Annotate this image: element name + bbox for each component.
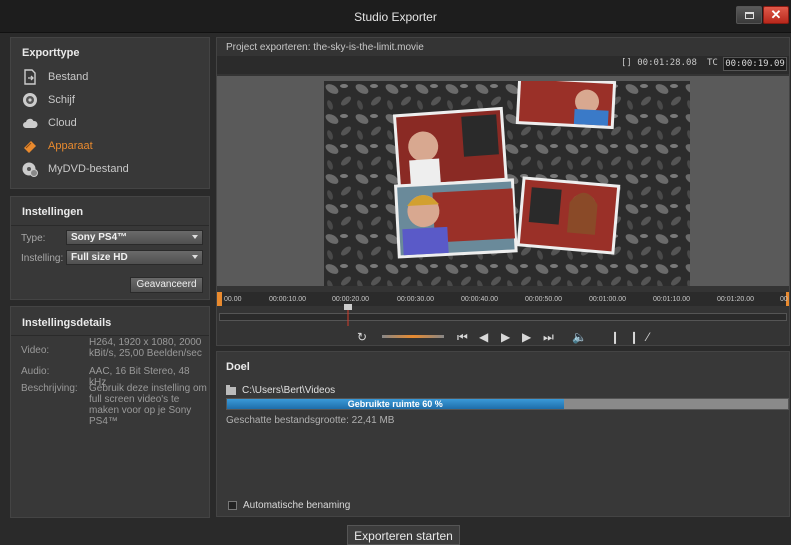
- destination-panel: Doel C:\Users\Bert\Videos Gebruikte ruim…: [216, 351, 790, 517]
- maximize-icon: [745, 12, 754, 19]
- description-value: Gebruik deze instelling om full screen v…: [89, 383, 207, 427]
- description-label: Beschrijving:: [21, 383, 78, 394]
- window-title: Studio Exporter: [354, 10, 437, 24]
- ruler-tick-label: 00:01:00.00: [589, 296, 626, 303]
- transport-controls: ↻ ⏮ ◀ ▶ ▶ ⏭ 🔈 ❙ ❙ ⁄: [217, 327, 789, 347]
- preview-panel: Project exporteren: the-sky-is-the-limit…: [216, 37, 790, 346]
- type-value: Sony PS4™: [71, 232, 128, 243]
- estimated-size: Geschatte bestandsgrootte: 22,41 MB: [226, 415, 395, 426]
- exporttype-item-apparaat[interactable]: Apparaat: [22, 137, 93, 155]
- timeline-start-marker: [217, 292, 222, 306]
- destination-path[interactable]: C:\Users\Bert\Videos: [226, 384, 336, 396]
- ruler-tick-label: 00:00:10.00: [269, 296, 306, 303]
- mark-out-icon[interactable]: ❙: [629, 330, 639, 344]
- timecode-bar: [217, 56, 789, 74]
- disk-usage-bar: Gebruikte ruimte 60 %: [226, 398, 789, 410]
- maximize-button[interactable]: [736, 6, 762, 24]
- exporttype-label: Bestand: [48, 71, 89, 83]
- video-area: [217, 76, 789, 286]
- destination-path-text: C:\Users\Bert\Videos: [242, 385, 336, 396]
- go-to-end-icon[interactable]: ⏭: [543, 330, 554, 345]
- video-preview: [324, 81, 690, 286]
- file-export-icon: [22, 69, 38, 85]
- folder-icon: [226, 384, 236, 395]
- disc-icon: [22, 92, 38, 108]
- ruler-tick-label: 00:01:10.00: [653, 296, 690, 303]
- start-export-button[interactable]: Exporteren starten: [347, 525, 460, 545]
- scrub-bar[interactable]: [219, 313, 787, 321]
- ruler-tick-label: 00:00:50.00: [525, 296, 562, 303]
- disk-usage-fill: Gebruikte ruimte 60 %: [227, 399, 564, 409]
- timecode-field[interactable]: 00:00:19.09: [723, 57, 787, 71]
- video-frame-image: [324, 81, 690, 286]
- auto-naming-label: Automatische benaming: [243, 500, 351, 511]
- go-to-start-icon[interactable]: ⏮: [457, 330, 468, 345]
- cloud-icon: [22, 115, 38, 131]
- setting-label: Instelling:: [21, 253, 64, 264]
- ruler-tick-label: 00:00:40.00: [461, 296, 498, 303]
- close-button[interactable]: ✕: [763, 6, 789, 24]
- exporttype-title: Exporttype: [22, 47, 80, 59]
- settings-title: Instellingen: [22, 206, 84, 218]
- mark-in-icon[interactable]: ❙: [610, 330, 620, 344]
- ruler-tick-label: 00:00:30.00: [397, 296, 434, 303]
- shuttle-slider[interactable]: [382, 335, 444, 338]
- divider: [11, 225, 209, 226]
- exporttype-item-schijf[interactable]: Schijf: [22, 91, 75, 109]
- duration-readout: [] 00:01:28.08: [621, 58, 697, 68]
- destination-title: Doel: [226, 361, 250, 373]
- details-title: Instellingsdetails: [22, 317, 112, 329]
- play-icon[interactable]: ▶: [501, 330, 510, 344]
- title-bar: Studio Exporter ✕: [0, 0, 791, 33]
- type-dropdown[interactable]: Sony PS4™: [66, 230, 203, 245]
- exporttype-label: Cloud: [48, 117, 77, 129]
- exporttype-panel: Exporttype Bestand Schijf Cloud Apparaat…: [10, 37, 210, 189]
- step-back-icon[interactable]: ◀: [479, 330, 488, 344]
- ruler-tick-label: 00:01:20.00: [717, 296, 754, 303]
- exporttype-item-bestand[interactable]: Bestand: [22, 68, 88, 86]
- exporttype-label: Schijf: [48, 94, 75, 106]
- step-forward-icon[interactable]: ▶: [522, 330, 531, 344]
- playhead-handle[interactable]: [344, 304, 352, 326]
- divider: [11, 335, 209, 336]
- setting-value: Full size HD: [71, 252, 128, 263]
- video-value: H264, 1920 x 1080, 2000 kBit/s, 25,00 Be…: [89, 337, 202, 359]
- chevron-down-icon: [192, 235, 198, 239]
- audio-label: Audio:: [21, 366, 50, 377]
- details-panel: Instellingsdetails Video: H264, 1920 x 1…: [10, 306, 210, 518]
- advanced-button[interactable]: Geavanceerd: [130, 277, 203, 293]
- exporttype-label: MyDVD-bestand: [48, 163, 129, 175]
- auto-naming-checkbox[interactable]: [228, 501, 237, 510]
- device-icon: [22, 138, 38, 154]
- exporttype-label: Apparaat: [48, 140, 93, 152]
- mydvd-icon: [22, 161, 38, 177]
- timecode-label: TC: [707, 58, 718, 68]
- project-title: Project exporteren: the-sky-is-the-limit…: [226, 42, 424, 53]
- volume-icon[interactable]: 🔈: [572, 330, 587, 344]
- video-label: Video:: [21, 345, 50, 356]
- exporttype-item-cloud[interactable]: Cloud: [22, 114, 77, 132]
- loop-icon[interactable]: ↻: [357, 330, 367, 344]
- auto-naming-option[interactable]: Automatische benaming: [228, 500, 350, 511]
- ruler-tick-label: 00: [780, 296, 788, 303]
- ruler-tick-label: 00:00:20.00: [332, 296, 369, 303]
- setting-dropdown[interactable]: Full size HD: [66, 250, 203, 265]
- ruler-tick-label: 00.00: [224, 296, 242, 303]
- exporttype-item-mydvd[interactable]: MyDVD-bestand: [22, 160, 129, 178]
- disk-usage-text: Gebruikte ruimte 60 %: [347, 399, 443, 409]
- chevron-down-icon: [192, 255, 198, 259]
- clear-marks-icon[interactable]: ⁄: [647, 330, 649, 344]
- type-label: Type:: [21, 233, 46, 244]
